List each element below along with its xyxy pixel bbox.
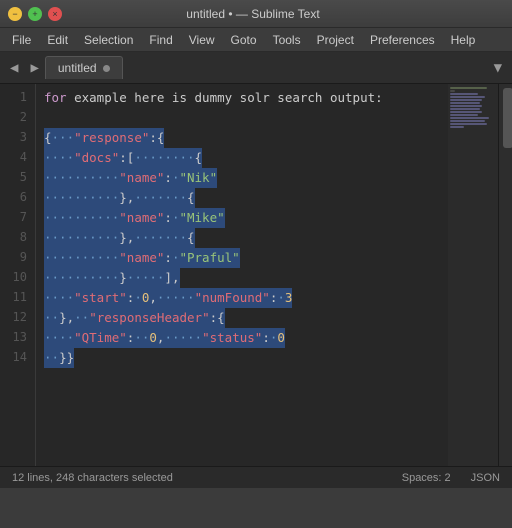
line-num-1: 1 (0, 88, 35, 108)
tab-nav-prev[interactable]: ◀ (4, 56, 24, 80)
minimize-button[interactable]: − (8, 7, 22, 21)
line-num-8: 8 (0, 228, 35, 248)
line-num-14: 14 (0, 348, 35, 368)
line-num-12: 12 (0, 308, 35, 328)
status-bar: 12 lines, 248 characters selected Spaces… (0, 466, 512, 488)
window-controls[interactable]: − + × (8, 7, 62, 21)
line-num-9: 9 (0, 248, 35, 268)
line-numbers: 1 2 3 4 5 6 7 8 9 10 11 12 13 14 (0, 84, 36, 466)
code-line-10: ··········}·····], (44, 268, 504, 288)
line-num-7: 7 (0, 208, 35, 228)
line-num-4: 4 (0, 148, 35, 168)
status-right: Spaces: 2 JSON (402, 472, 500, 484)
code-line-6: ··········},·······{ (44, 188, 504, 208)
maximize-button[interactable]: + (28, 7, 42, 21)
selection-info: 12 lines, 248 characters selected (12, 472, 173, 484)
tab-bar: ◀ ▶ untitled ▼ (0, 52, 512, 84)
syntax-indicator[interactable]: JSON (471, 472, 500, 484)
tab-modified-dot (103, 65, 110, 72)
menu-bar: File Edit Selection Find View Goto Tools… (0, 28, 512, 52)
tab-untitled[interactable]: untitled (45, 56, 123, 79)
code-line-4: ····"docs":[········{ (44, 148, 504, 168)
line-num-10: 10 (0, 268, 35, 288)
code-line-2 (44, 108, 504, 128)
code-line-8: ··········},·······{ (44, 228, 504, 248)
line-num-3: 3 (0, 128, 35, 148)
tab-nav-next[interactable]: ▶ (24, 56, 44, 80)
vertical-scrollbar[interactable] (498, 84, 512, 466)
code-line-14: ··}} (44, 348, 504, 368)
menu-find[interactable]: Find (141, 31, 180, 49)
code-line-3: {···"response":{ (44, 128, 504, 148)
code-line-7: ··········"name":·"Mike" (44, 208, 504, 228)
menu-goto[interactable]: Goto (223, 31, 265, 49)
line-num-2: 2 (0, 108, 35, 128)
tab-label: untitled (58, 61, 97, 75)
scrollbar-thumb[interactable] (503, 88, 512, 148)
line-num-5: 5 (0, 168, 35, 188)
code-editor[interactable]: for example here is dummy solr search ou… (36, 84, 512, 466)
tab-list-arrow[interactable]: ▼ (488, 56, 508, 80)
line-num-13: 13 (0, 328, 35, 348)
menu-selection[interactable]: Selection (76, 31, 141, 49)
editor-area[interactable]: 1 2 3 4 5 6 7 8 9 10 11 12 13 14 for exa… (0, 84, 512, 466)
menu-preferences[interactable]: Preferences (362, 31, 443, 49)
menu-file[interactable]: File (4, 31, 39, 49)
code-line-13: ····"QTime":··0,·····"status":·0 (44, 328, 504, 348)
code-line-5: ··········"name":·"Nik" (44, 168, 504, 188)
window-title: untitled • — Sublime Text (62, 7, 444, 21)
code-line-1: for example here is dummy solr search ou… (44, 88, 504, 108)
code-line-12: ··},··"responseHeader":{ (44, 308, 504, 328)
code-line-11: ····"start":·0,·····"numFound":·3 (44, 288, 504, 308)
title-bar: − + × untitled • — Sublime Text (0, 0, 512, 28)
code-line-9: ··········"name":·"Praful" (44, 248, 504, 268)
spaces-indicator[interactable]: Spaces: 2 (402, 472, 451, 484)
menu-edit[interactable]: Edit (39, 31, 76, 49)
minimap (448, 84, 498, 466)
line-num-11: 11 (0, 288, 35, 308)
menu-help[interactable]: Help (443, 31, 484, 49)
menu-view[interactable]: View (181, 31, 223, 49)
close-button[interactable]: × (48, 7, 62, 21)
menu-project[interactable]: Project (309, 31, 362, 49)
menu-tools[interactable]: Tools (265, 31, 309, 49)
line-num-6: 6 (0, 188, 35, 208)
